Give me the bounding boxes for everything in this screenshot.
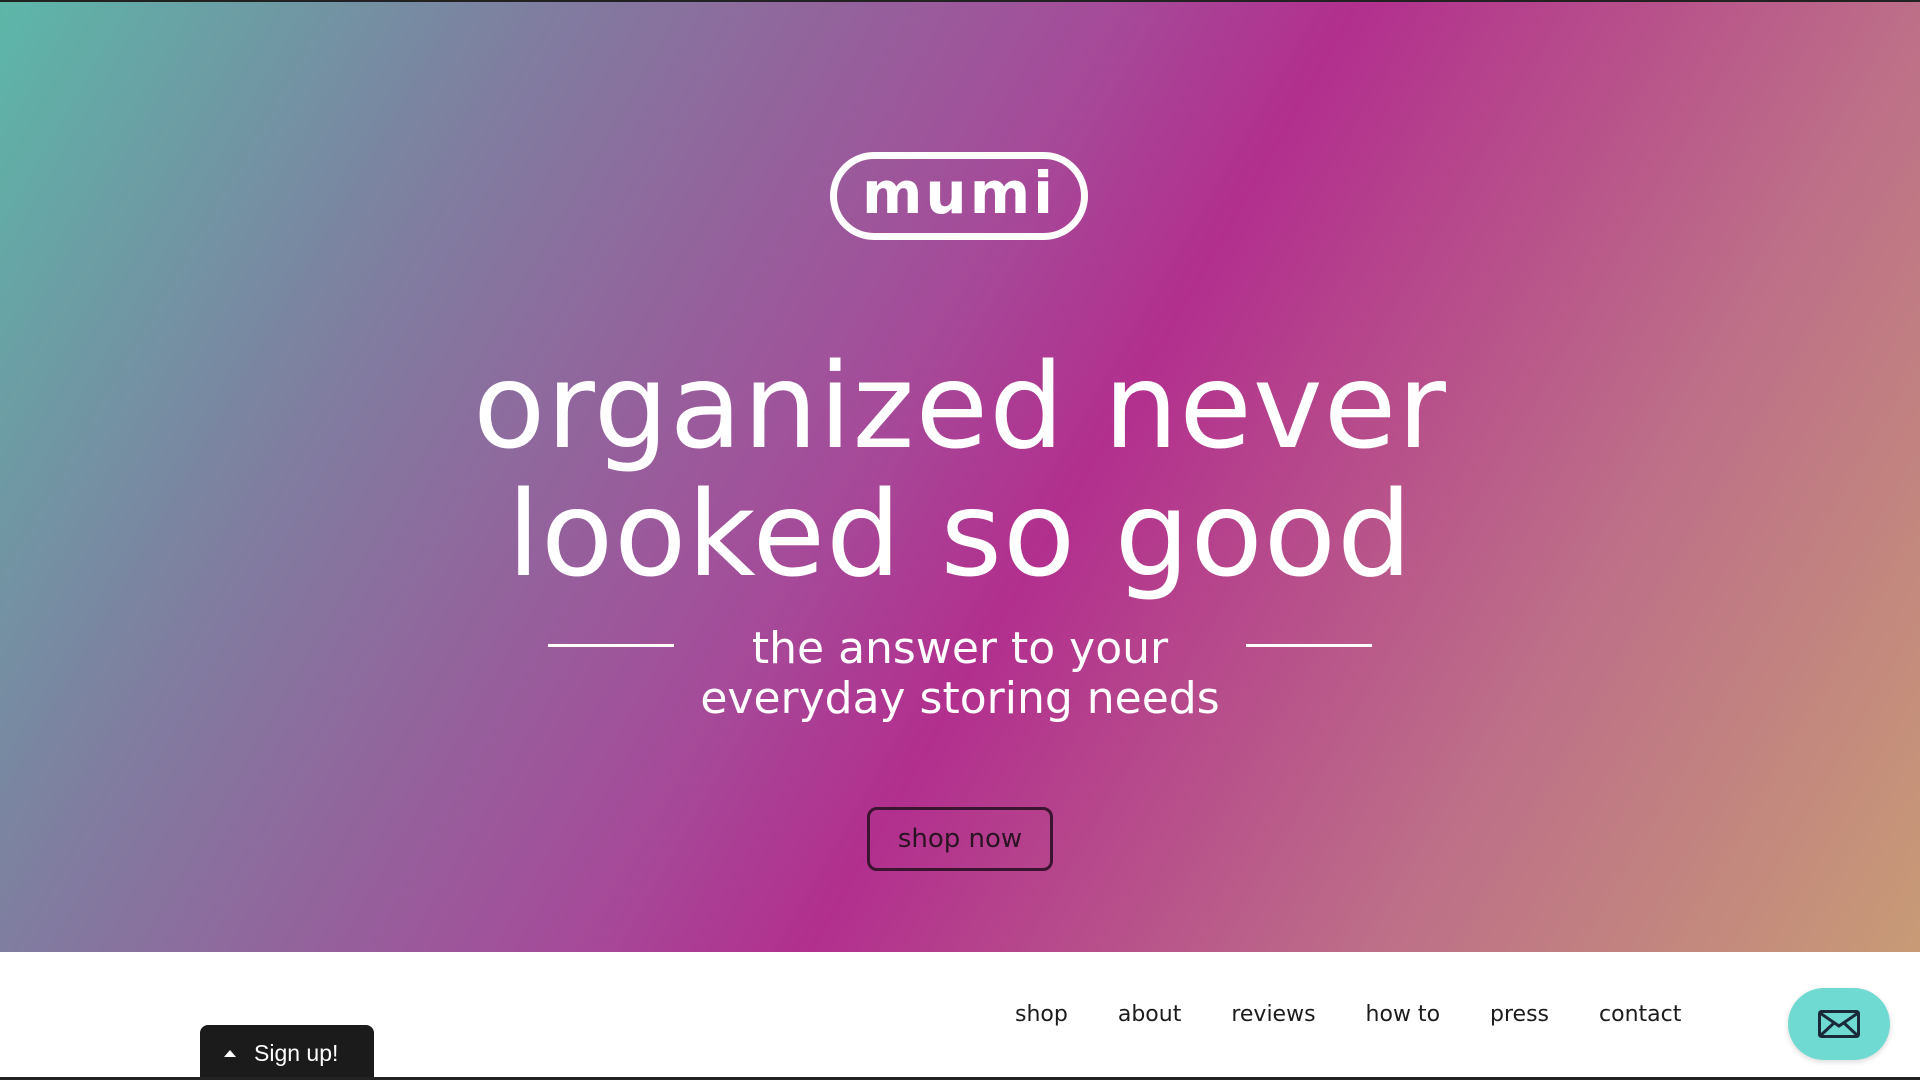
- nav-item-shop[interactable]: shop: [1015, 1002, 1068, 1027]
- headline-line-2: looked so good: [507, 465, 1413, 603]
- hero-subtitle-row: the answer to your everyday storing need…: [540, 624, 1380, 734]
- signup-tab[interactable]: Sign up!: [200, 1025, 374, 1080]
- nav-item-about[interactable]: about: [1118, 1002, 1181, 1027]
- nav-item-reviews[interactable]: reviews: [1231, 1002, 1315, 1027]
- subtitle-divider-left: [548, 644, 674, 647]
- envelope-icon: [1818, 1010, 1860, 1038]
- hero-subtitle: the answer to your everyday storing need…: [680, 624, 1240, 724]
- mail-chat-button[interactable]: [1788, 988, 1890, 1060]
- nav-item-how-to[interactable]: how to: [1366, 1002, 1440, 1027]
- hero-headline: organized never looked so good: [360, 342, 1560, 598]
- subtitle-line-1: the answer to your: [751, 623, 1169, 674]
- hero-banner: mumi organized never looked so good the …: [0, 2, 1920, 952]
- page: mumi organized never looked so good the …: [0, 0, 1920, 1080]
- signup-label: Sign up!: [254, 1040, 339, 1066]
- main-nav: shop about reviews how to press contact: [1015, 1002, 1731, 1027]
- mumi-logo[interactable]: mumi: [830, 152, 1088, 240]
- shop-now-button[interactable]: shop now: [867, 807, 1053, 871]
- headline-line-1: organized never: [473, 337, 1447, 475]
- nav-item-press[interactable]: press: [1490, 1002, 1549, 1027]
- nav-item-contact[interactable]: contact: [1599, 1002, 1681, 1027]
- logo-text: mumi: [861, 159, 1057, 227]
- subtitle-divider-right: [1246, 644, 1372, 647]
- caret-up-icon: [224, 1050, 236, 1057]
- subtitle-line-2: everyday storing needs: [700, 673, 1220, 724]
